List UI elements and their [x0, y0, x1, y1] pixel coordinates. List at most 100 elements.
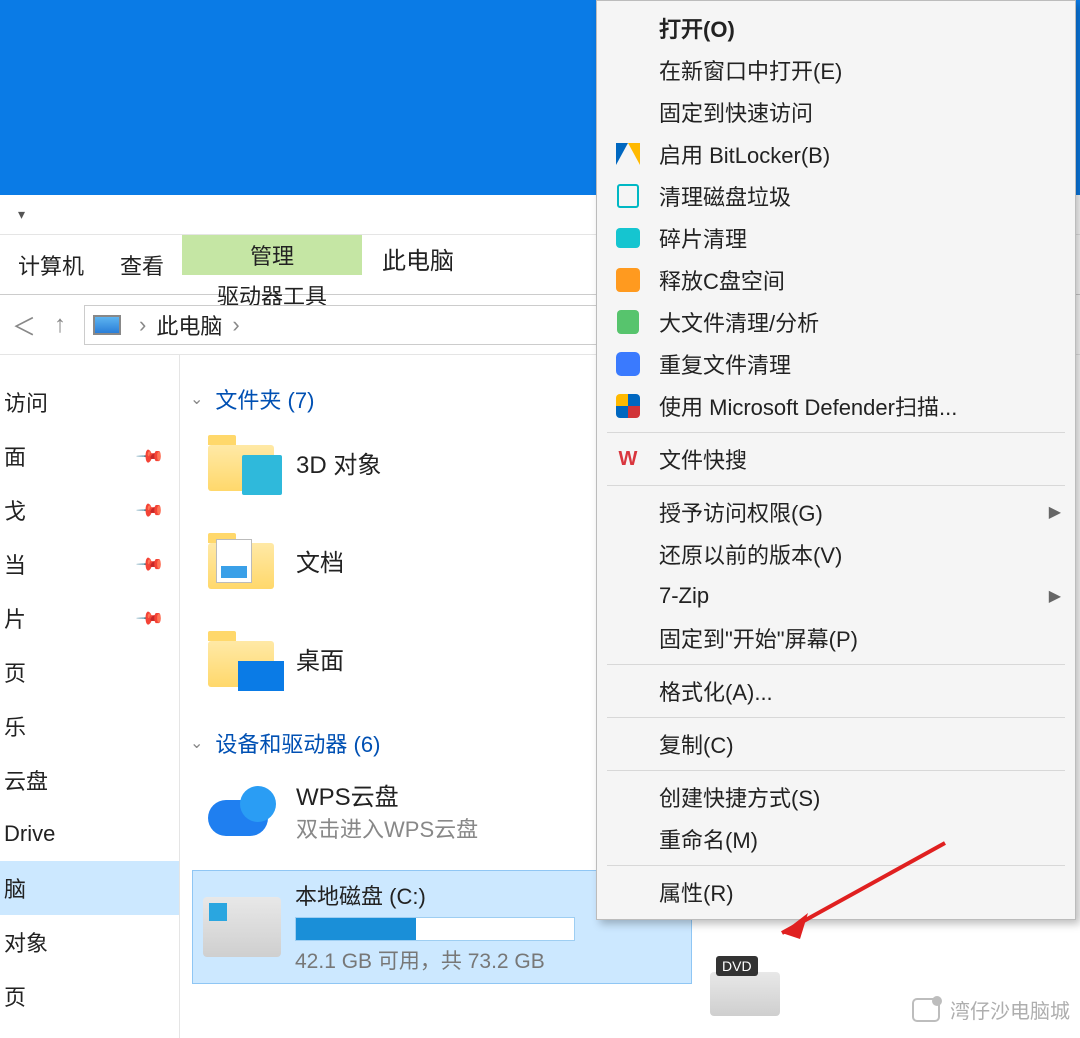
chevron-down-icon: ⌄	[190, 733, 203, 753]
menu-item-label: 重复文件清理	[651, 348, 1061, 380]
back-button[interactable]: ＜	[6, 307, 42, 342]
tab-computer[interactable]: 计算机	[0, 235, 102, 294]
pin-icon: 📌	[134, 549, 165, 580]
menu-item-0-0[interactable]: 打开(O)	[599, 7, 1073, 49]
dvd-label: DVD	[716, 956, 758, 976]
drive-usage-bar	[295, 917, 575, 941]
menu-item-0-5[interactable]: 碎片清理	[599, 217, 1073, 259]
qat-dropdown-icon[interactable]: ▾	[10, 206, 33, 223]
menu-item-2-2[interactable]: 7-Zip▶	[599, 575, 1073, 617]
wps-subtitle: 双击进入WPS云盘	[296, 812, 478, 844]
broom-icon	[611, 308, 645, 336]
trash-icon	[611, 182, 645, 210]
menu-item-4-0[interactable]: 复制(C)	[599, 723, 1073, 765]
sidebar-item-1[interactable]: 面📌	[0, 429, 179, 483]
sidebar-item-5[interactable]: 页	[0, 645, 179, 699]
shield-icon	[611, 140, 645, 168]
menu-separator	[607, 717, 1065, 718]
sidebar-item-10[interactable]: 对象	[0, 915, 179, 969]
menu-item-2-3[interactable]: 固定到"开始"屏幕(P)	[599, 617, 1073, 659]
pin-icon: 📌	[134, 603, 165, 634]
menu-item-0-3[interactable]: 启用 BitLocker(B)	[599, 133, 1073, 175]
menu-item-3-0[interactable]: 格式化(A)...	[599, 670, 1073, 712]
sidebar-item-9[interactable]: 脑	[0, 861, 179, 915]
menu-item-0-9[interactable]: 使用 Microsoft Defender扫描...	[599, 385, 1073, 427]
menu-separator	[607, 664, 1065, 665]
sidebar: 访问面📌戈📌当📌片📌页乐云盘Drive脑对象页	[0, 355, 180, 1038]
menu-item-5-0[interactable]: 创建快捷方式(S)	[599, 776, 1073, 818]
blank-icon	[611, 56, 645, 84]
window-title: 此电脑	[362, 235, 474, 282]
manage-label: 管理	[182, 235, 362, 275]
menu-item-label: 复制(C)	[651, 728, 1061, 760]
sidebar-item-11[interactable]: 页	[0, 969, 179, 1023]
sidebar-item-label: 片	[4, 602, 26, 634]
menu-item-2-0[interactable]: 授予访问权限(G)▶	[599, 491, 1073, 533]
menu-item-1-0[interactable]: W文件快搜	[599, 438, 1073, 480]
menu-item-label: 固定到快速访问	[651, 96, 1061, 128]
tab-view[interactable]: 查看	[102, 235, 182, 294]
watermark: 湾仔沙电脑城	[912, 995, 1070, 1024]
menu-separator	[607, 485, 1065, 486]
sidebar-item-3[interactable]: 当📌	[0, 537, 179, 591]
menu-item-label: 打开(O)	[651, 12, 1061, 44]
pin-icon: 📌	[134, 441, 165, 472]
menu-item-0-4[interactable]: 清理磁盘垃圾	[599, 175, 1073, 217]
menu-item-0-8[interactable]: 重复文件清理	[599, 343, 1073, 385]
crumb-sep-icon: ›	[232, 312, 239, 338]
sidebar-item-label: 访问	[4, 386, 48, 418]
submenu-arrow-icon: ▶	[1049, 502, 1061, 522]
group-devices-label: 设备和驱动器 (6)	[215, 727, 380, 759]
crumb-sep-icon: ›	[139, 312, 146, 338]
menu-item-label: 还原以前的版本(V)	[651, 538, 1061, 570]
sidebar-item-6[interactable]: 乐	[0, 699, 179, 753]
drive-stats: 42.1 GB 可用，共 73.2 GB	[295, 945, 681, 975]
blank-icon	[611, 783, 645, 811]
menu-item-label: 碎片清理	[651, 222, 1061, 254]
defend-icon	[611, 392, 645, 420]
menu-item-label: 使用 Microsoft Defender扫描...	[651, 390, 1061, 422]
sidebar-item-7[interactable]: 云盘	[0, 753, 179, 807]
menu-item-label: 格式化(A)...	[651, 675, 1061, 707]
menu-item-0-1[interactable]: 在新窗口中打开(E)	[599, 49, 1073, 91]
sq-blue-icon	[611, 350, 645, 378]
blank-icon	[611, 878, 645, 906]
pin-icon: 📌	[134, 495, 165, 526]
breadcrumb[interactable]: 此电脑	[156, 309, 222, 341]
wps-title: WPS云盘	[296, 777, 478, 812]
wechat-icon	[912, 998, 940, 1022]
menu-separator	[607, 432, 1065, 433]
menu-item-label: 7-Zip	[651, 583, 1049, 609]
folder-icon	[208, 531, 278, 589]
folder-label: 文档	[296, 543, 344, 578]
sidebar-item-label: 乐	[4, 710, 26, 742]
folder-label: 3D 对象	[296, 445, 381, 480]
blank-icon	[611, 540, 645, 568]
menu-item-0-7[interactable]: 大文件清理/分析	[599, 301, 1073, 343]
menu-item-label: 大文件清理/分析	[651, 306, 1061, 338]
up-button[interactable]: ↑	[42, 311, 78, 339]
menu-item-label: 释放C盘空间	[651, 264, 1061, 296]
sidebar-item-0[interactable]: 访问	[0, 375, 179, 429]
menu-item-2-1[interactable]: 还原以前的版本(V)	[599, 533, 1073, 575]
sidebar-item-4[interactable]: 片📌	[0, 591, 179, 645]
menu-item-label: 启用 BitLocker(B)	[651, 138, 1061, 170]
cloud-icon	[208, 786, 278, 836]
watermark-text: 湾仔沙电脑城	[950, 995, 1070, 1024]
blank-icon	[611, 730, 645, 758]
drive-icon	[203, 897, 281, 957]
blank-icon	[611, 677, 645, 705]
menu-item-label: 文件快搜	[651, 443, 1061, 475]
sidebar-item-2[interactable]: 戈📌	[0, 483, 179, 537]
folder-label: 桌面	[296, 641, 344, 676]
sidebar-item-label: 脑	[4, 872, 26, 904]
sidebar-item-label: 当	[4, 548, 26, 580]
menu-item-0-2[interactable]: 固定到快速访问	[599, 91, 1073, 133]
sidebar-item-8[interactable]: Drive	[0, 807, 179, 861]
menu-item-label: 创建快捷方式(S)	[651, 781, 1061, 813]
menu-item-label: 授予访问权限(G)	[651, 496, 1049, 528]
dvd-drive-item[interactable]: DVD	[710, 966, 780, 1016]
tab-manage[interactable]: 管理 驱动器工具	[182, 235, 362, 294]
blank-icon	[611, 14, 645, 42]
menu-item-0-6[interactable]: 释放C盘空间	[599, 259, 1073, 301]
